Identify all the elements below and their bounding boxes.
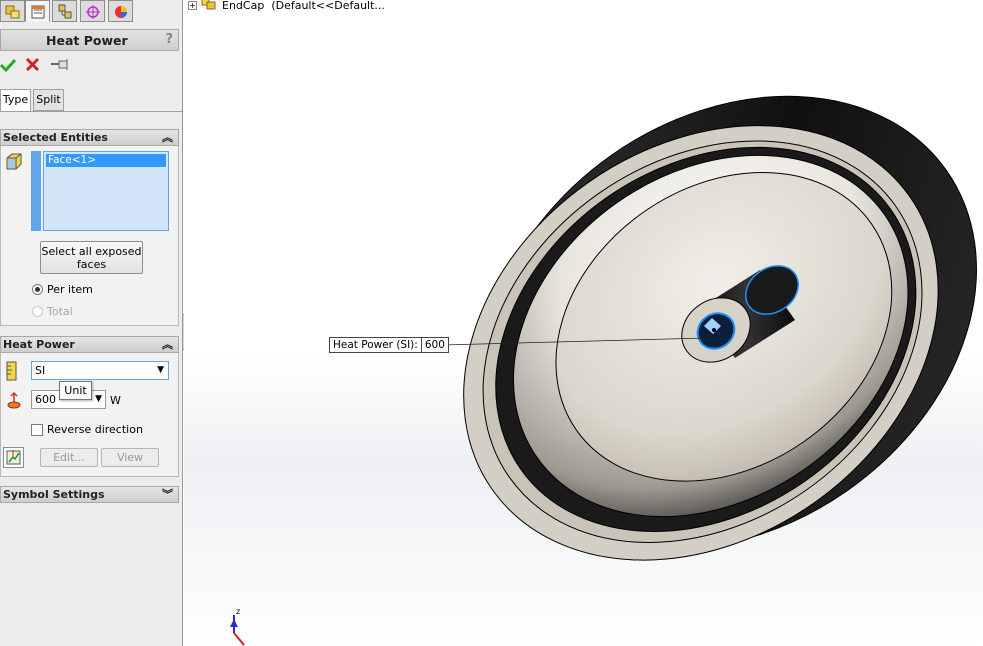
display-manager-tab[interactable] — [108, 0, 133, 22]
unit-tooltip: Unit — [59, 381, 92, 400]
function-curve-button[interactable] — [3, 447, 24, 468]
per-item-radio[interactable] — [32, 284, 43, 295]
ok-checkmark-icon[interactable] — [0, 57, 16, 73]
selection-active-bar — [31, 151, 41, 231]
chevron-down-icon[interactable]: ︾ — [162, 487, 173, 502]
heat-power-value: 600 — [35, 393, 56, 406]
button-label-line1: Select all exposed — [41, 245, 142, 258]
heat-power-icon — [7, 392, 21, 409]
svg-text:z: z — [236, 607, 240, 616]
button-label-line2: faces — [76, 258, 107, 271]
selected-entities-header[interactable]: Selected Entities ︽ — [0, 129, 179, 146]
manager-tabs — [0, 0, 182, 24]
reverse-direction-checkbox[interactable] — [31, 424, 43, 436]
list-item[interactable]: Face<1> — [46, 154, 166, 167]
callout-value: 600 — [420, 338, 448, 352]
property-icon — [31, 5, 45, 19]
view-button[interactable]: View — [101, 448, 159, 467]
configuration-icon — [58, 4, 72, 19]
property-manager-tab[interactable] — [25, 0, 50, 22]
chevron-down-icon[interactable]: ▼ — [157, 362, 164, 379]
select-all-exposed-faces-button[interactable]: Select all exposed faces — [40, 241, 143, 274]
configuration-manager-tab[interactable] — [52, 0, 77, 22]
pin-icon[interactable] — [50, 58, 70, 72]
appearance-icon — [115, 6, 127, 18]
help-icon[interactable]: ? — [165, 32, 173, 47]
unit-select-value: SI — [35, 364, 46, 377]
selected-entities-list[interactable]: Face<1> — [43, 151, 169, 231]
heat-power-header[interactable]: Heat Power ︽ — [0, 336, 179, 353]
endcap-model[interactable] — [184, 0, 983, 646]
tab-type[interactable]: Type — [0, 89, 31, 111]
panel-title: Heat Power — [46, 33, 128, 48]
ruler-unit-icon — [6, 361, 17, 381]
property-manager: Heat Power ? Type Split Selected Entitie… — [0, 0, 183, 646]
feature-tree-icon — [5, 5, 20, 19]
curve-chart-icon — [6, 450, 21, 465]
face-selection-icon — [6, 153, 22, 170]
chevron-up-icon[interactable]: ︽ — [162, 130, 173, 145]
heat-power-callout[interactable]: Heat Power (SI): 600 — [329, 337, 449, 353]
symbol-settings-header[interactable]: Symbol Settings ︾ — [0, 486, 179, 503]
callout-label: Heat Power (SI): — [333, 339, 418, 351]
cancel-x-icon[interactable] — [25, 57, 40, 72]
coordinate-triad-icon: z — [230, 607, 245, 646]
unit-suffix-label: W — [110, 394, 121, 407]
chevron-up-icon[interactable]: ︽ — [162, 337, 173, 352]
tab-split[interactable]: Split — [33, 89, 64, 111]
dimxpert-tab[interactable] — [80, 0, 105, 22]
section-title: Symbol Settings — [3, 488, 105, 501]
per-item-label: Per item — [47, 283, 93, 296]
section-title: Selected Entities — [3, 131, 108, 144]
total-label: Total — [47, 305, 73, 318]
crosshair-icon — [86, 5, 100, 19]
feature-manager-tab[interactable] — [0, 0, 25, 22]
panel-title-bar: Heat Power ? — [0, 29, 179, 51]
unit-select[interactable]: SI ▼ — [31, 361, 169, 380]
reverse-direction-label: Reverse direction — [47, 423, 143, 436]
edit-button[interactable]: Edit... — [40, 448, 98, 467]
total-radio[interactable] — [32, 306, 43, 317]
chevron-down-icon[interactable]: ▼ — [95, 391, 102, 408]
tab-divider — [0, 111, 182, 112]
section-title: Heat Power — [3, 338, 75, 351]
